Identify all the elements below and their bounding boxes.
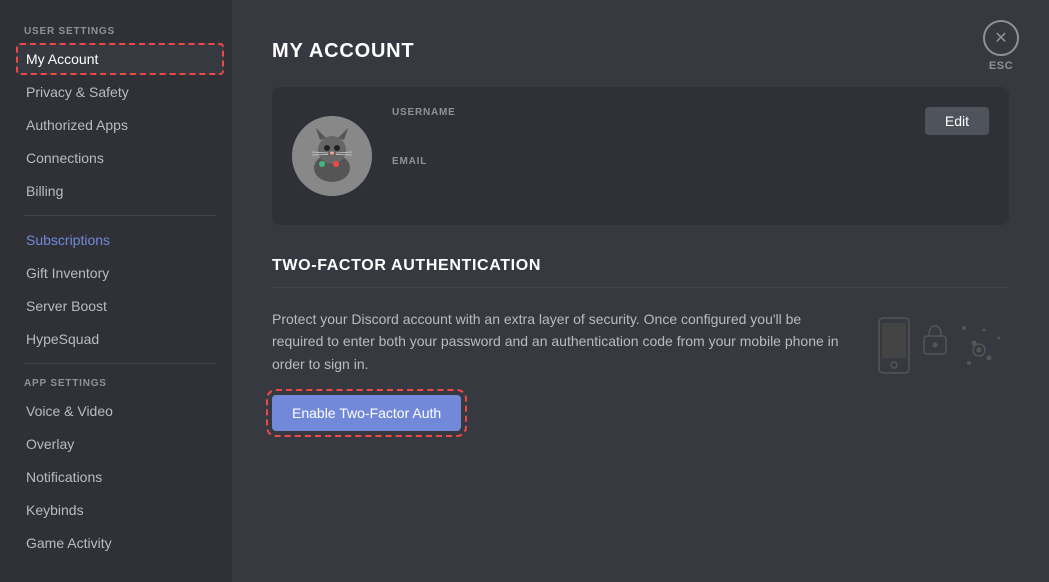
sidebar-item-subscriptions[interactable]: Subscriptions	[16, 224, 224, 256]
account-card: USERNAME EMAIL Edit	[272, 87, 1009, 225]
tfa-divider	[272, 287, 1009, 288]
email-value	[392, 171, 905, 189]
avatar-image	[292, 116, 372, 196]
avatar	[292, 116, 372, 196]
username-label: USERNAME	[392, 107, 905, 118]
sidebar-item-keybinds[interactable]: Keybinds	[16, 494, 224, 526]
esc-icon: ✕	[994, 28, 1007, 48]
username-value	[392, 122, 905, 140]
sidebar-item-gift-inventory[interactable]: Gift Inventory	[16, 257, 224, 289]
email-label: EMAIL	[392, 156, 905, 167]
tfa-illustration	[869, 308, 1009, 388]
sidebar-item-billing[interactable]: Billing	[16, 175, 224, 207]
sidebar-item-notifications[interactable]: Notifications	[16, 461, 224, 493]
esc-button[interactable]: ✕ ESC	[983, 20, 1019, 72]
user-settings-header: USER SETTINGS	[16, 20, 224, 41]
esc-circle: ✕	[983, 20, 1019, 56]
tfa-row: Protect your Discord account with an ext…	[272, 308, 1009, 431]
tfa-description: Protect your Discord account with an ext…	[272, 308, 849, 375]
sidebar-item-privacy-safety[interactable]: Privacy & Safety	[16, 76, 224, 108]
tfa-text-area: Protect your Discord account with an ext…	[272, 308, 849, 431]
sidebar-item-server-boost[interactable]: Server Boost	[16, 290, 224, 322]
tfa-section: TWO-FACTOR AUTHENTICATION Protect your D…	[272, 257, 1009, 431]
esc-label: ESC	[989, 60, 1013, 72]
sidebar-item-authorized-apps[interactable]: Authorized Apps	[16, 109, 224, 141]
sidebar-divider-1	[24, 215, 216, 216]
sidebar-item-voice-video[interactable]: Voice & Video	[16, 395, 224, 427]
sidebar-item-game-activity[interactable]: Game Activity	[16, 527, 224, 559]
enable-tfa-button[interactable]: Enable Two-Factor Auth	[272, 395, 461, 431]
account-info: USERNAME EMAIL	[392, 107, 905, 205]
tfa-svg	[869, 308, 1009, 388]
sidebar-item-my-account[interactable]: My Account	[16, 43, 224, 75]
sidebar-item-connections[interactable]: Connections	[16, 142, 224, 174]
sidebar: USER SETTINGS My Account Privacy & Safet…	[0, 0, 232, 582]
sidebar-divider-2	[24, 363, 216, 364]
tfa-section-title: TWO-FACTOR AUTHENTICATION	[272, 257, 1009, 275]
page-title: MY ACCOUNT	[272, 40, 1009, 63]
sidebar-item-overlay[interactable]: Overlay	[16, 428, 224, 460]
edit-button[interactable]: Edit	[925, 107, 989, 135]
app-settings-header: APP SETTINGS	[16, 372, 224, 393]
main-content: ✕ ESC MY ACCOUNT	[232, 0, 1049, 582]
sidebar-item-hypesquad[interactable]: HypeSquad	[16, 323, 224, 355]
